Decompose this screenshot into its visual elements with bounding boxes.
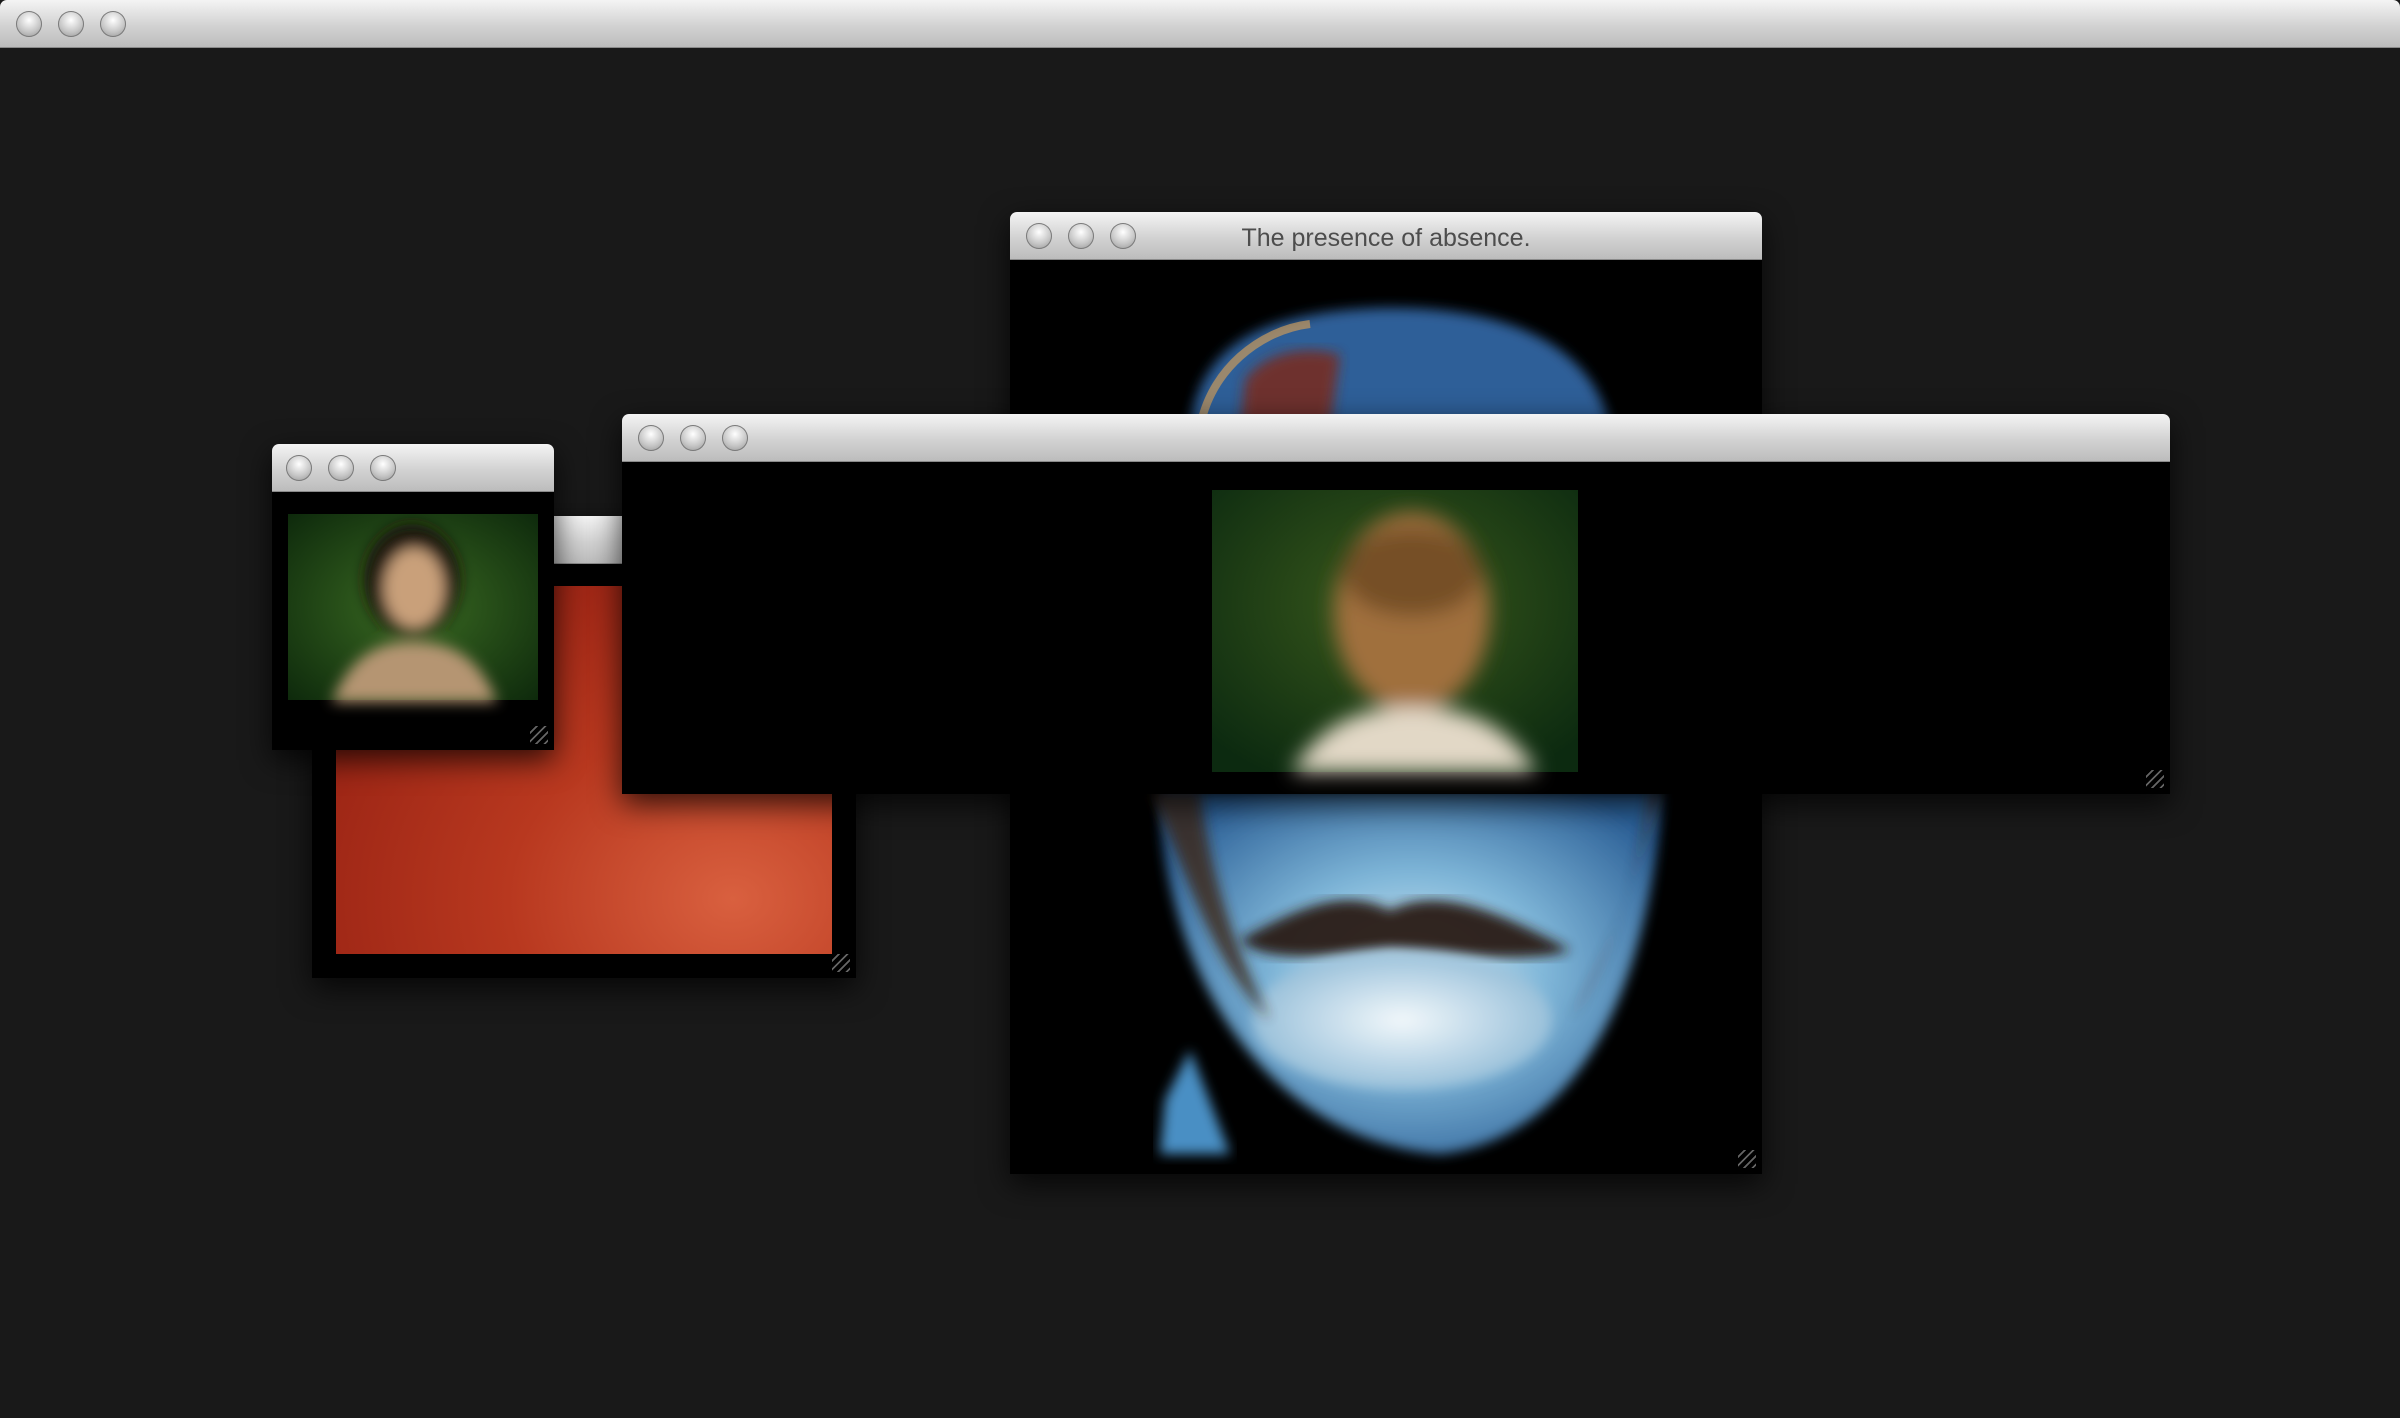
man-portrait-image (622, 462, 2170, 794)
main-window-titlebar[interactable] (0, 0, 2400, 48)
zoom-icon[interactable] (100, 11, 126, 37)
minimize-icon[interactable] (58, 11, 84, 37)
close-icon[interactable] (16, 11, 42, 37)
man-portrait-titlebar[interactable] (622, 414, 2170, 462)
woman-portrait-image (272, 492, 554, 750)
woman-portrait-content (272, 492, 554, 750)
resize-grip-icon[interactable] (832, 954, 850, 972)
woman-portrait-titlebar[interactable] (272, 444, 554, 492)
man-portrait-content (622, 462, 2170, 794)
zoom-icon[interactable] (722, 425, 748, 451)
resize-grip-icon[interactable] (1738, 1150, 1756, 1168)
minimize-icon[interactable] (328, 455, 354, 481)
close-icon[interactable] (638, 425, 664, 451)
minimize-icon[interactable] (680, 425, 706, 451)
face-negative-titlebar[interactable]: The presence of absence. (1010, 212, 1762, 260)
zoom-icon[interactable] (370, 455, 396, 481)
man-portrait-window (622, 414, 2170, 794)
resize-grip-icon[interactable] (530, 726, 548, 744)
resize-grip-icon[interactable] (2146, 770, 2164, 788)
close-icon[interactable] (286, 455, 312, 481)
woman-portrait-window (272, 444, 554, 750)
face-negative-title: The presence of absence. (1241, 224, 1531, 252)
